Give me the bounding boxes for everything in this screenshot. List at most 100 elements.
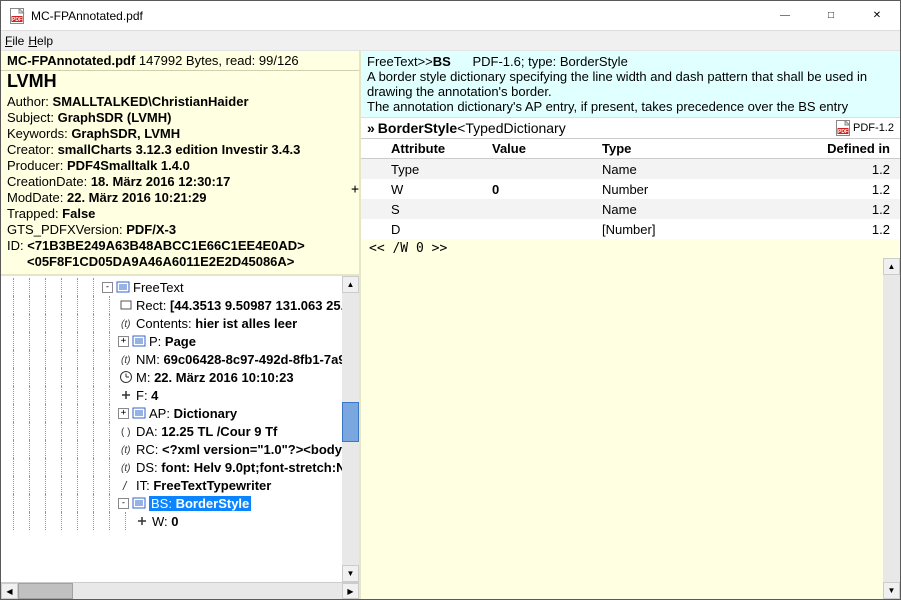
desc-spec: PDF-1.6; type: BorderStyle <box>472 54 627 69</box>
id-value: <71B3BE249A63B48ABCC1E66C1EE4E0AD> <box>27 238 305 253</box>
tree-horizontal-scrollbar[interactable]: ◀ ▶ <box>1 582 359 599</box>
col-attribute[interactable]: Attribute <box>367 141 492 156</box>
metadata-panel: LVMH Author: SMALLTALKED\ChristianHaider… <box>1 71 359 276</box>
moddate-value: 22. März 2016 10:21:29 <box>67 190 206 205</box>
window-title: MC-FPAnnotated.pdf <box>31 9 762 23</box>
table-row[interactable]: D[Number]1.2 <box>361 219 900 239</box>
menubar: File Help <box>1 31 900 51</box>
desc-class: BS <box>433 54 451 69</box>
text-icon <box>118 459 134 475</box>
maximize-button[interactable]: □ <box>808 1 854 31</box>
path-separator: < <box>457 120 465 136</box>
file-name: MC-FPAnnotated.pdf <box>7 53 135 68</box>
col-defined[interactable]: Defined in <box>762 141 894 156</box>
scroll-down-button[interactable]: ▼ <box>342 565 359 582</box>
dict-icon <box>131 405 147 421</box>
pdf-version: PDF-1.2 <box>853 122 894 134</box>
col-value[interactable]: Value <box>492 141 602 156</box>
text-icon <box>118 441 134 457</box>
text-icon <box>118 315 134 331</box>
col-type[interactable]: Type <box>602 141 762 156</box>
subject-value: GraphSDR (LVMH) <box>58 110 172 125</box>
keywords-label: Keywords: <box>7 126 71 141</box>
attribute-table: Attribute Value Type Defined in TypeName… <box>361 139 900 239</box>
doc-title: LVMH <box>7 71 353 92</box>
minimize-button[interactable]: — <box>762 1 808 31</box>
tree-panel: -FreeText Rect: [44.3513 9.50987 131.063… <box>1 276 359 599</box>
description-panel: FreeText>>BS PDF-1.6; type: BorderStyle … <box>361 51 900 118</box>
creator-label: Creator: <box>7 142 58 157</box>
tree-node-w[interactable]: W: 0 <box>3 512 359 530</box>
id2-value: <05F8F1CD05DA9A46A6011E2E2D45086A> <box>27 254 294 269</box>
creator-value: smallCharts 3.12.3 edition Investir 3.4.… <box>58 142 301 157</box>
table-row[interactable]: +W0Number1.2 <box>361 179 900 199</box>
tree-node-m[interactable]: M: 22. März 2016 10:10:23 <box>3 368 359 386</box>
close-button[interactable]: ✕ <box>854 1 900 31</box>
tree-vertical-scrollbar[interactable]: ▲ ▼ <box>342 276 359 582</box>
clock-icon <box>118 369 134 385</box>
slash-icon <box>118 477 134 493</box>
moddate-label: ModDate: <box>7 190 67 205</box>
trapped-value: False <box>62 206 95 221</box>
tree-node-rect[interactable]: Rect: [44.3513 9.50987 131.063 25.7 <box>3 296 359 314</box>
tree-node-rc[interactable]: RC: <?xml version="1.0"?><body <box>3 440 359 458</box>
tree-node-it[interactable]: IT: FreeTextTypewriter <box>3 476 359 494</box>
rect-icon <box>118 297 134 313</box>
right-vertical-scrollbar[interactable]: ▲ ▼ <box>883 258 900 599</box>
gts-value: PDF/X-3 <box>126 222 176 237</box>
table-row[interactable]: TypeName1.2 <box>361 159 900 179</box>
trapped-label: Trapped: <box>7 206 62 221</box>
desc-path: FreeText>> <box>367 54 433 69</box>
scroll-up-button[interactable]: ▲ <box>883 258 900 275</box>
tree-node-f[interactable]: F: 4 <box>3 386 359 404</box>
creationdate-label: CreationDate: <box>7 174 91 189</box>
author-label: Author: <box>7 94 53 109</box>
object-path-bar[interactable]: » BorderStyle < TypedDictionary PDF-1.2 <box>361 118 900 139</box>
scroll-thumb[interactable] <box>18 583 73 599</box>
path-arrow-icon: » <box>367 120 375 136</box>
menu-help[interactable]: Help <box>28 34 53 48</box>
tree-node-p[interactable]: +P: Page <box>3 332 359 350</box>
table-row[interactable]: SName1.2 <box>361 199 900 219</box>
tree-view[interactable]: -FreeText Rect: [44.3513 9.50987 131.063… <box>1 276 359 582</box>
creationdate-value: 18. März 2016 12:30:17 <box>91 174 230 189</box>
gts-label: GTS_PDFXVersion: <box>7 222 126 237</box>
tree-node-freetext[interactable]: -FreeText <box>3 278 359 296</box>
dict-icon <box>115 279 131 295</box>
dict-icon <box>131 495 147 511</box>
tree-node-ap[interactable]: +AP: Dictionary <box>3 404 359 422</box>
pdf-icon <box>836 120 850 136</box>
scroll-down-button[interactable]: ▼ <box>883 582 900 599</box>
file-info-bar: MC-FPAnnotated.pdf 147992 Bytes, read: 9… <box>1 51 359 71</box>
plus-icon <box>118 387 134 403</box>
keywords-value: GraphSDR, LVMH <box>71 126 180 141</box>
scroll-thumb[interactable] <box>342 402 359 442</box>
tree-node-contents[interactable]: Contents: hier ist alles leer <box>3 314 359 332</box>
dict-icon <box>131 333 147 349</box>
plus-icon <box>134 513 150 529</box>
author-value: SMALLTALKED\ChristianHaider <box>53 94 249 109</box>
titlebar[interactable]: MC-FPAnnotated.pdf — □ ✕ <box>1 1 900 31</box>
right-body: ▲ ▼ <box>361 258 900 599</box>
tree-node-bs[interactable]: -BS: BorderStyle <box>3 494 359 512</box>
subject-label: Subject: <box>7 110 58 125</box>
producer-value: PDF4Smalltalk 1.4.0 <box>67 158 190 173</box>
scroll-left-button[interactable]: ◀ <box>1 583 18 599</box>
file-stats: 147992 Bytes, read: 99/126 <box>139 53 299 68</box>
object-type[interactable]: TypedDictionary <box>465 120 565 136</box>
producer-label: Producer: <box>7 158 67 173</box>
tree-node-nm[interactable]: NM: 69c06428-8c97-492d-8fb1-7a97 <box>3 350 359 368</box>
raw-stream-line: << /W 0 >> <box>361 239 900 258</box>
text-icon <box>118 351 134 367</box>
tree-node-ds[interactable]: DS: font: Helv 9.0pt;font-stretch:No <box>3 458 359 476</box>
desc-line2: The annotation dictionary's AP entry, if… <box>367 99 894 114</box>
id-label: ID: <box>7 238 27 253</box>
scroll-right-button[interactable]: ▶ <box>342 583 359 599</box>
object-name[interactable]: BorderStyle <box>378 120 457 136</box>
menu-file[interactable]: File <box>5 34 24 48</box>
scroll-up-button[interactable]: ▲ <box>342 276 359 293</box>
desc-line1: A border style dictionary specifying the… <box>367 69 894 99</box>
tree-node-da[interactable]: DA: 12.25 TL /Cour 9 Tf <box>3 422 359 440</box>
app-icon <box>9 8 25 24</box>
app-window: MC-FPAnnotated.pdf — □ ✕ File Help MC-FP… <box>0 0 901 600</box>
